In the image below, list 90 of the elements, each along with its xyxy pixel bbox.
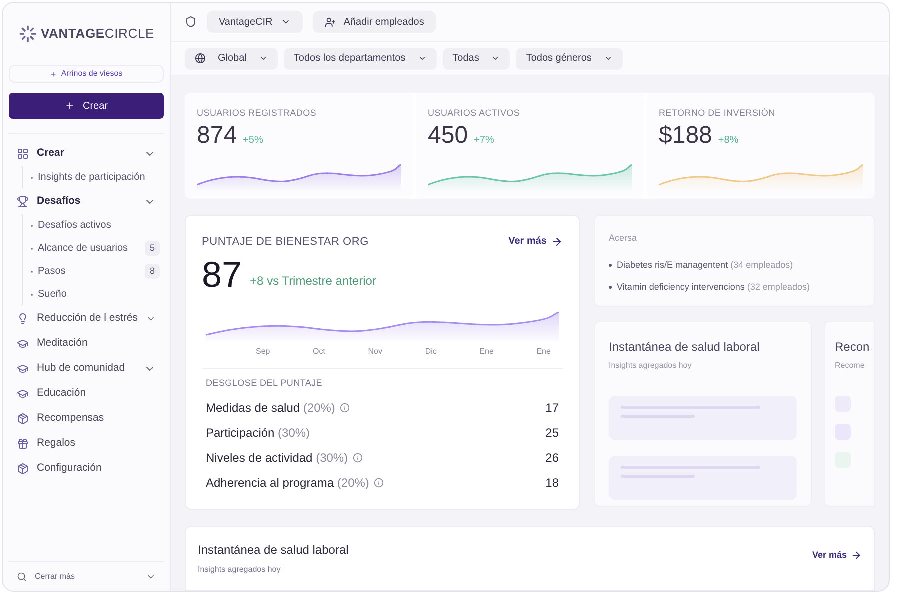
videos-link[interactable]: Arrinos de viesos	[9, 65, 164, 83]
month-label: Sep	[256, 346, 270, 358]
bullet-icon	[609, 264, 612, 268]
add-employees-button[interactable]: Añadir empleados	[312, 11, 436, 33]
card-subtitle: Recome	[835, 360, 865, 372]
arrow-right-icon	[851, 550, 862, 561]
month-label: Ene	[480, 346, 494, 358]
shield-icon[interactable]	[185, 16, 197, 28]
breakdown-value: 25	[546, 425, 559, 442]
card-subtitle: Insights agregados hoy	[198, 564, 282, 576]
chevron-down-icon	[491, 54, 500, 63]
stat-change: +5%	[243, 134, 264, 148]
card-subtitle: Insights agregados hoy	[609, 360, 693, 372]
breakdown-label: Medidas de salud (20%)	[206, 400, 336, 417]
plus-icon	[50, 70, 58, 78]
bullet-icon	[609, 286, 612, 289]
grid-icon	[17, 148, 29, 160]
stat-label: USUARIOS REGISTRADOS	[197, 107, 318, 120]
search-icon	[17, 572, 27, 582]
lightbulb-icon	[17, 313, 29, 325]
package-icon	[17, 413, 29, 425]
card-title: Acersa	[609, 232, 638, 244]
sidebar-item[interactable]: Regalos	[37, 436, 156, 452]
breakdown-label: Adherencia al programa (20%)	[206, 475, 370, 492]
score-value: 87	[202, 256, 242, 294]
gift-icon	[17, 438, 29, 450]
plus-icon	[64, 101, 75, 111]
sidebar-item[interactable]: Meditación	[37, 336, 156, 352]
score-change: +8 vs Trimestre anterior	[250, 273, 376, 290]
logo-icon	[19, 25, 37, 43]
month-label: Dic	[425, 346, 437, 358]
sidebar-subitem[interactable]: Pasos	[38, 264, 140, 279]
risk-item: Diabetes ris/E managentent (34 empleados)	[617, 259, 794, 272]
chevron-down-icon	[418, 54, 427, 63]
count-badge: 5	[144, 240, 160, 256]
sidebar-item[interactable]: Hub de comunidad	[37, 361, 136, 377]
info-icon[interactable]	[353, 453, 364, 463]
filter-dropdown[interactable]: Todos géneros	[516, 48, 623, 70]
filter-dropdown[interactable]: Global	[185, 48, 278, 70]
sidebar-item[interactable]: Recompensas	[37, 411, 156, 427]
filter-dropdown[interactable]: Todos los departamentos	[284, 48, 437, 70]
collapse-link[interactable]: Cerrar más	[35, 570, 138, 582]
stat-label: USUARIOS ACTIVOS	[428, 107, 522, 120]
stat-label: RETORNO DE INVERSIÓN	[659, 107, 776, 120]
card-title: PUNTAJE DE BIENESTAR ORG	[202, 234, 369, 250]
breakdown-value: 17	[546, 400, 559, 417]
breakdown-label: Niveles de actividad (30%)	[206, 450, 348, 467]
info-icon[interactable]	[340, 403, 350, 413]
breakdown-value: 26	[546, 450, 559, 467]
card-title: Instantánea de salud laboral	[198, 542, 349, 558]
sidebar-item[interactable]: Crear	[37, 146, 136, 162]
stat-change: +7%	[474, 134, 494, 148]
stat-value: $188	[659, 120, 712, 150]
user-plus-icon	[324, 16, 336, 28]
sidebar-subitem[interactable]: Desafíos activos	[38, 218, 160, 233]
sidebar-item[interactable]: Configuración	[37, 461, 156, 477]
card-title: Instantánea de salud laboral	[609, 339, 761, 356]
trophy-icon	[17, 196, 29, 208]
stat-value: 450	[428, 120, 468, 150]
breakdown-value: 18	[546, 475, 559, 492]
package-icon	[17, 463, 29, 475]
brand-name: VANTAGECIRCLE	[41, 25, 155, 44]
see-more-link[interactable]: Ver más	[508, 234, 563, 250]
sidebar-item[interactable]: Educación	[37, 386, 156, 402]
sidebar-subitem[interactable]: Sueño	[38, 287, 160, 302]
chevron-down-icon	[258, 54, 268, 63]
month-label: Oct	[313, 346, 326, 358]
see-more-link[interactable]: Ver más	[812, 548, 862, 562]
sidebar-item[interactable]: Reducción de l estrés	[37, 311, 138, 327]
sidebar-subitem[interactable]: Insights de participación	[38, 170, 160, 185]
month-label: Ene	[536, 346, 551, 358]
graduation-cap-icon	[17, 338, 29, 350]
arrow-right-icon	[551, 236, 563, 248]
sidebar-item[interactable]: Desafíos	[37, 194, 136, 210]
sidebar-subitem[interactable]: Alcance de usuarios	[38, 241, 140, 256]
stat-change: +8%	[718, 134, 739, 148]
breakdown-label: Participación (30%)	[206, 425, 310, 442]
info-icon[interactable]	[374, 478, 384, 488]
graduation-cap-icon	[17, 388, 29, 400]
section-title: DESGLOSE DEL PUNTAJE	[206, 377, 324, 390]
risk-item: Vitamin deficiency intervencions (32 empleados)	[617, 280, 810, 294]
month-label: Nov	[368, 346, 383, 358]
organization-dropdown[interactable]: VantageCIR	[207, 11, 303, 33]
card-title: Recon	[835, 339, 870, 356]
graduation-cap-icon	[17, 363, 29, 375]
filter-dropdown[interactable]: Todas	[442, 48, 510, 70]
chevron-down-icon	[604, 54, 613, 63]
stat-value: 874	[197, 120, 238, 150]
create-button[interactable]: Crear	[9, 93, 164, 119]
count-badge: 8	[144, 264, 160, 280]
